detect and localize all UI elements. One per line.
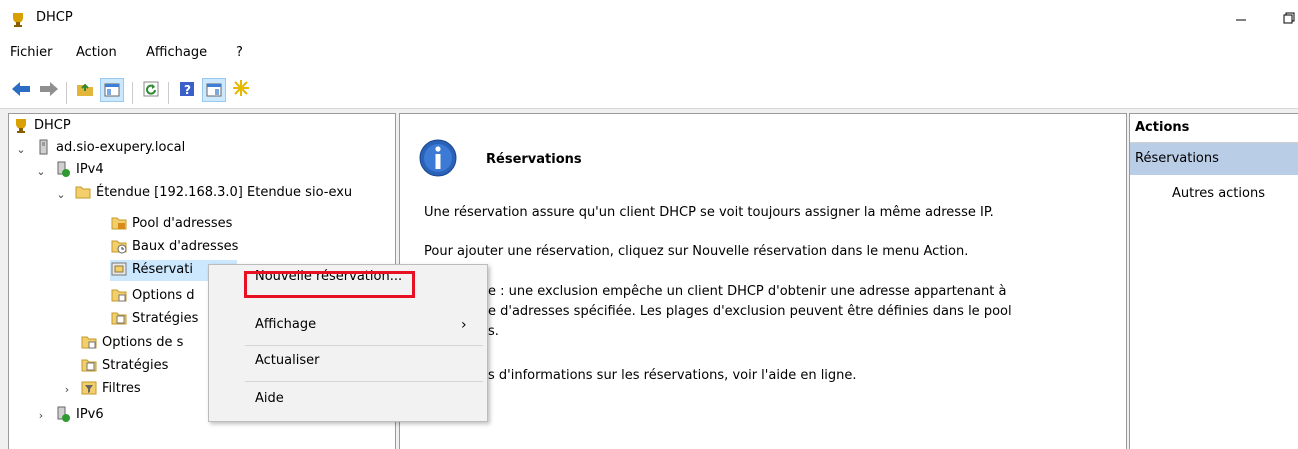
- highlight-box: [244, 271, 415, 298]
- tree-item-server[interactable]: ad.sio-exupery.local: [35, 137, 185, 159]
- chevron-right-icon[interactable]: ›: [35, 405, 47, 427]
- menu-item-label: Affichage: [255, 317, 317, 332]
- tree-item-dhcp[interactable]: DHCP: [13, 115, 71, 137]
- actions-section-label: Réservations: [1135, 151, 1219, 166]
- info-icon: [418, 138, 458, 178]
- tree-label: Stratégies: [102, 358, 169, 373]
- tree-item-server-options[interactable]: Options de s: [81, 332, 183, 354]
- show-hide-action-pane-icon[interactable]: [202, 78, 226, 102]
- toolbar-separator: [132, 82, 133, 104]
- tree-label: Baux d'adresses: [132, 239, 239, 254]
- actions-header: Actions: [1130, 114, 1298, 143]
- title-bar: DHCP: [0, 0, 1298, 38]
- more-actions-link[interactable]: Autres actions: [1172, 186, 1265, 201]
- tree-label: Réservati: [132, 262, 193, 277]
- tree-label: ad.sio-exupery.local: [56, 140, 186, 155]
- up-folder-icon[interactable]: [74, 78, 96, 100]
- address-pool-icon: [111, 215, 127, 231]
- folder-icon: [75, 184, 91, 200]
- maximize-button[interactable]: [1280, 6, 1298, 32]
- tree-item-ipv4[interactable]: IPv4: [55, 159, 104, 181]
- help-icon[interactable]: ?: [176, 78, 198, 100]
- refresh-icon[interactable]: [140, 78, 162, 100]
- server-icon: [35, 139, 51, 155]
- forward-arrow-icon[interactable]: [38, 78, 60, 100]
- tree-item-scope-options[interactable]: Options d: [111, 285, 195, 307]
- address-leases-icon: [111, 238, 127, 254]
- minimize-button[interactable]: [1226, 6, 1256, 32]
- chevron-down-icon[interactable]: ⌄: [55, 184, 67, 206]
- policies-icon: [111, 310, 127, 326]
- result-pane: Réservations Une réservation assure qu'u…: [399, 113, 1127, 449]
- scope-options-icon: [111, 287, 127, 303]
- tree-item-scope[interactable]: Étendue [192.168.3.0] Etendue sio-exu: [75, 182, 352, 204]
- new-star-icon[interactable]: [230, 77, 252, 99]
- submenu-arrow-icon: ›: [461, 317, 467, 333]
- toolbar: ?: [0, 68, 1298, 109]
- tree-label: IPv4: [76, 162, 104, 177]
- context-menu: Nouvelle réservation... Affichage › Actu…: [208, 264, 488, 422]
- menu-item-label: Actualiser: [255, 353, 320, 368]
- tree-item-filters[interactable]: Filtres: [81, 378, 141, 400]
- menu-help[interactable]: ?: [236, 45, 243, 60]
- content-paragraph-3b: e d'adresses spécifiée. Les plages d'exc…: [488, 304, 1012, 319]
- policies-icon: [81, 357, 97, 373]
- window-title: DHCP: [36, 10, 73, 25]
- tree-label: Pool d'adresses: [132, 216, 233, 231]
- dhcp-app-icon: [10, 11, 26, 27]
- menu-bar: Fichier Action Affichage ?: [0, 38, 1298, 68]
- actions-section-reservations[interactable]: Réservations: [1130, 143, 1298, 175]
- content-paragraph-2: Pour ajouter une réservation, cliquez su…: [424, 244, 969, 259]
- tree-label: Étendue [192.168.3.0] Etendue sio-exu: [96, 185, 353, 200]
- menu-action[interactable]: Action: [76, 45, 117, 60]
- menu-item-refresh[interactable]: Actualiser: [209, 343, 487, 379]
- content-paragraph-3a: e : une exclusion empêche un client DHCP…: [488, 284, 1007, 299]
- svg-text:?: ?: [184, 83, 191, 97]
- menu-fichier[interactable]: Fichier: [10, 45, 53, 60]
- menu-affichage[interactable]: Affichage: [146, 45, 207, 60]
- menu-item-help[interactable]: Aide: [209, 381, 487, 417]
- tree-label: IPv6: [76, 407, 104, 422]
- ipv6-server-icon: [55, 406, 71, 422]
- tree-item-address-leases[interactable]: Baux d'adresses: [111, 236, 238, 258]
- tree-item-ipv6[interactable]: IPv6: [55, 404, 104, 426]
- tree-label: Options d: [132, 288, 195, 303]
- tree-item-reservations[interactable]: Réservati: [111, 259, 193, 281]
- content-paragraph-1: Une réservation assure qu'un client DHCP…: [424, 205, 994, 220]
- dhcp-trophy-icon: [13, 117, 29, 133]
- toolbar-separator: [168, 82, 169, 104]
- toolbar-separator: [66, 82, 67, 104]
- content-title: Réservations: [486, 152, 582, 167]
- chevron-down-icon[interactable]: ⌄: [15, 139, 27, 161]
- actions-pane: Actions Réservations Autres actions: [1129, 113, 1298, 449]
- tree-label: Filtres: [102, 381, 141, 396]
- ipv4-server-icon: [55, 161, 71, 177]
- chevron-right-icon[interactable]: ›: [61, 379, 73, 401]
- menu-item-view[interactable]: Affichage ›: [209, 307, 487, 343]
- tree-item-policies[interactable]: Stratégies: [81, 355, 168, 377]
- content-paragraph-3c: s.: [488, 324, 499, 339]
- back-arrow-icon[interactable]: [10, 78, 32, 100]
- tree-label: DHCP: [34, 118, 71, 133]
- reservations-icon: [111, 261, 127, 277]
- tree-label: Stratégies: [132, 311, 199, 326]
- tree-item-address-pool[interactable]: Pool d'adresses: [111, 213, 232, 235]
- content-paragraph-4: s d'informations sur les réservations, v…: [488, 368, 857, 383]
- filter-icon: [81, 380, 97, 396]
- actions-header-label: Actions: [1135, 120, 1190, 135]
- tree-label: Options de s: [102, 335, 184, 350]
- tree-item-scope-policies[interactable]: Stratégies: [111, 308, 198, 330]
- server-options-icon: [81, 334, 97, 350]
- show-hide-console-tree-icon[interactable]: [100, 78, 124, 102]
- menu-item-label: Aide: [255, 391, 284, 406]
- chevron-down-icon[interactable]: ⌄: [35, 161, 47, 183]
